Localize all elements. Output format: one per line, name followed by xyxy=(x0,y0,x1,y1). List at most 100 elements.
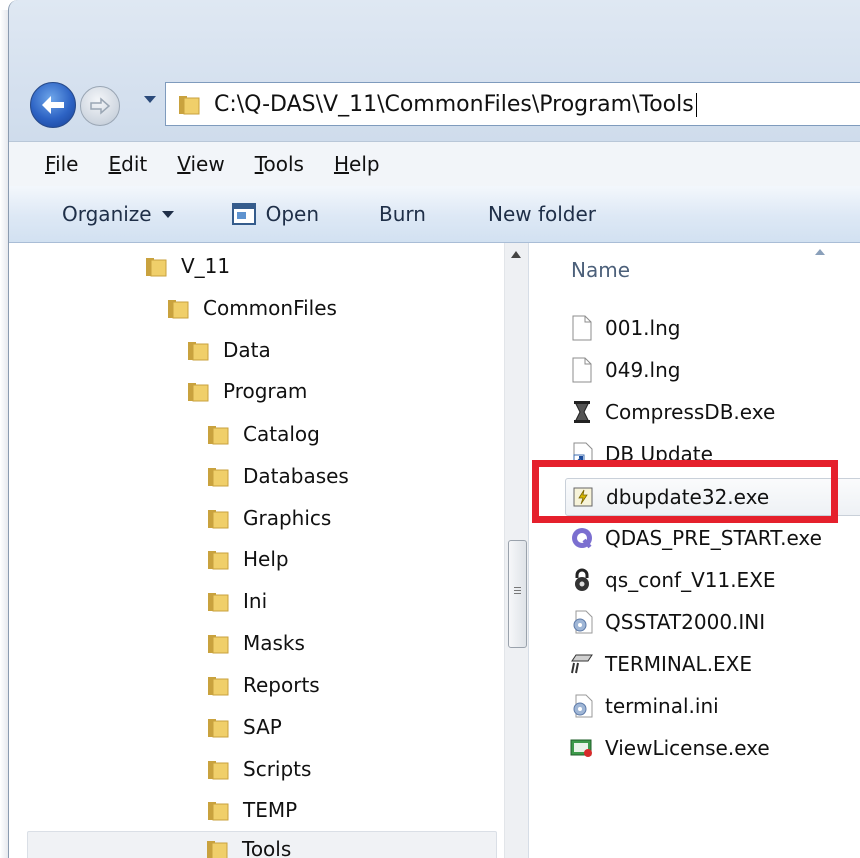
file-name: QDAS_PRE_START.exe xyxy=(605,526,822,550)
file-row[interactable]: qs_conf_V11.EXE xyxy=(569,562,776,598)
desktop-edge xyxy=(0,10,8,858)
folder-icon xyxy=(168,300,189,319)
tree-item-masks[interactable]: Masks xyxy=(207,625,305,661)
organize-label: Organize xyxy=(62,202,152,226)
tree-item-temp[interactable]: TEMP xyxy=(207,792,297,828)
file-row[interactable]: CompressDB.exe xyxy=(569,394,775,430)
menu-edit[interactable]: Edit xyxy=(108,152,147,176)
new-folder-button[interactable]: New folder xyxy=(488,202,596,226)
folder-icon xyxy=(208,802,229,821)
tree-item-label: Scripts xyxy=(243,757,312,781)
open-window-icon xyxy=(231,203,256,225)
navigation-scrollbar[interactable] xyxy=(504,243,529,858)
folder-icon xyxy=(208,761,229,780)
organize-button[interactable]: Organize xyxy=(62,202,174,226)
settings-file-icon xyxy=(569,609,595,635)
tree-item-label: CommonFiles xyxy=(203,296,337,320)
tree-item-graphics[interactable]: Graphics xyxy=(207,500,331,536)
file-row[interactable]: 001.lng xyxy=(569,310,680,346)
tree-item-catalog[interactable]: Catalog xyxy=(207,416,320,452)
tree-item-label: SAP xyxy=(243,715,282,739)
tree-item-label: Databases xyxy=(243,464,349,488)
tree-item-label: TEMP xyxy=(243,798,298,822)
lock-icon xyxy=(569,567,595,593)
tree-item-tools[interactable]: Tools xyxy=(27,831,497,858)
tree-item-label: Graphics xyxy=(243,506,332,530)
blank-file-icon xyxy=(569,357,595,383)
qdas-q-icon xyxy=(569,525,595,551)
back-arrow-icon xyxy=(42,96,64,114)
file-row[interactable]: 049.lng xyxy=(569,352,680,388)
burn-button[interactable]: Burn xyxy=(379,202,426,226)
tree-item-ini[interactable]: Ini xyxy=(207,583,267,619)
tree-item-label: Help xyxy=(243,547,289,571)
folder-icon xyxy=(208,635,229,654)
column-header-name[interactable]: Name xyxy=(571,258,630,282)
tree-item-program[interactable]: Program xyxy=(187,373,307,409)
scroll-up-arrow-icon[interactable] xyxy=(511,251,521,258)
menu-tools[interactable]: Tools xyxy=(255,152,304,176)
address-bar[interactable]: C:\Q-DAS\V_11\CommonFiles\Program\Tools xyxy=(165,82,860,126)
tree-item-label: Masks xyxy=(243,631,305,655)
menu-help[interactable]: Help xyxy=(334,152,380,176)
tree-item-label: Program xyxy=(223,379,308,403)
license-icon xyxy=(569,735,595,761)
file-row[interactable]: QDAS_PRE_START.exe xyxy=(569,520,822,556)
file-name: QSSTAT2000.INI xyxy=(605,610,766,634)
tree-item-v11[interactable]: V_11 xyxy=(145,248,230,284)
navigation-pane: V_11 CommonFiles Data Program Catalog Da… xyxy=(9,243,504,858)
tree-item-label: Ini xyxy=(243,589,268,613)
back-button[interactable] xyxy=(30,82,76,128)
recent-pages-chevron-icon[interactable] xyxy=(144,96,156,103)
folder-icon xyxy=(208,677,229,696)
tree-item-reports[interactable]: Reports xyxy=(207,667,320,703)
settings-file-icon xyxy=(569,693,595,719)
blank-file-icon xyxy=(569,315,595,341)
tree-item-commonfiles[interactable]: CommonFiles xyxy=(167,290,337,326)
folder-icon xyxy=(146,258,167,277)
tree-item-help[interactable]: Help xyxy=(207,541,289,577)
tree-item-label: Reports xyxy=(243,673,320,697)
chevron-down-icon xyxy=(161,210,174,218)
address-path[interactable]: C:\Q-DAS\V_11\CommonFiles\Program\Tools xyxy=(214,92,697,117)
grip-icon xyxy=(514,587,521,588)
file-row[interactable]: terminal.ini xyxy=(569,688,719,724)
file-name: ViewLicense.exe xyxy=(605,736,770,760)
file-name: qs_conf_V11.EXE xyxy=(605,568,776,592)
open-label: Open xyxy=(265,202,320,226)
file-row[interactable]: TERMINAL.EXE xyxy=(569,646,752,682)
forward-arrow-icon xyxy=(90,97,111,115)
tree-item-label: Tools xyxy=(242,837,292,858)
file-row[interactable]: ViewLicense.exe xyxy=(569,730,770,766)
file-name: terminal.ini xyxy=(605,694,719,718)
folder-icon xyxy=(208,468,229,487)
highlight-box xyxy=(532,460,838,523)
folder-icon xyxy=(208,719,229,738)
folder-icon xyxy=(207,841,228,858)
terminal-icon xyxy=(569,651,595,677)
tree-item-databases[interactable]: Databases xyxy=(207,458,349,494)
folder-icon xyxy=(188,383,209,402)
tree-item-label: V_11 xyxy=(181,254,231,278)
file-name: 049.lng xyxy=(605,358,681,382)
forward-button[interactable] xyxy=(80,86,120,126)
tree-item-sap[interactable]: SAP xyxy=(207,709,282,745)
folder-icon xyxy=(179,96,200,115)
open-button[interactable]: Open xyxy=(231,202,320,226)
file-list-pane: Name 001.lng 049.lng CompressDB.exe DB U… xyxy=(529,243,860,858)
tree-item-label: Catalog xyxy=(243,422,320,446)
command-bar: Organize Open Burn New folder xyxy=(9,186,860,243)
compress-db-icon xyxy=(569,399,595,425)
menu-view[interactable]: View xyxy=(177,152,224,176)
menu-file[interactable]: File xyxy=(45,152,78,176)
scrollbar-thumb[interactable] xyxy=(508,540,527,648)
menu-bar: File Edit View Tools Help xyxy=(9,141,860,187)
tree-item-data[interactable]: Data xyxy=(187,332,271,368)
file-name: 001.lng xyxy=(605,316,681,340)
folder-icon xyxy=(208,593,229,612)
file-row[interactable]: QSSTAT2000.INI xyxy=(569,604,765,640)
folder-icon xyxy=(208,426,229,445)
folder-icon xyxy=(188,342,209,361)
folder-icon xyxy=(208,510,229,529)
tree-item-scripts[interactable]: Scripts xyxy=(207,751,311,787)
